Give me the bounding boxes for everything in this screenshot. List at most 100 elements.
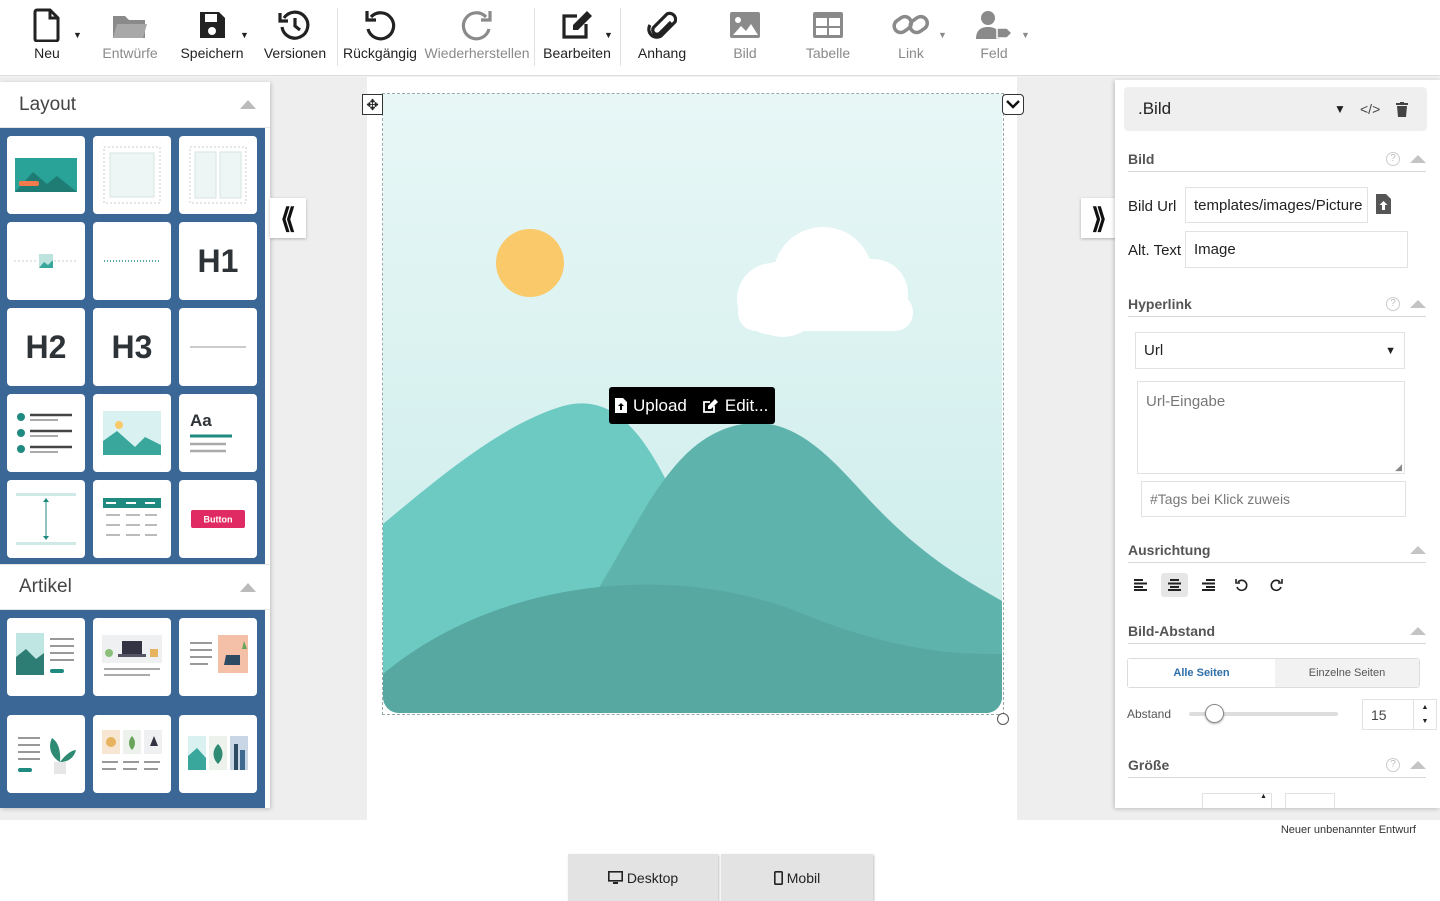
block-spacer[interactable] (7, 480, 85, 558)
block-checklist[interactable] (7, 394, 85, 472)
block-box-frame[interactable] (93, 136, 171, 214)
help-icon[interactable]: ? (1386, 296, 1400, 311)
click-tags-input[interactable]: #Tags bei Klick zuweis (1141, 481, 1406, 517)
help-icon[interactable]: ? (1386, 151, 1400, 166)
undo-button[interactable]: Rückgängig (343, 0, 417, 76)
spacing-stepper[interactable]: ▲ ▼ (1413, 699, 1437, 730)
stepper-up-icon[interactable]: ▲ (1260, 793, 1267, 800)
upload-label: Upload (633, 395, 687, 415)
collapse-triangle-icon[interactable] (1410, 299, 1426, 308)
block-table[interactable] (93, 480, 171, 558)
block-small-image[interactable] (7, 222, 85, 300)
spacing-section-header[interactable]: Bild-Abstand (1128, 618, 1426, 644)
user-field-icon (976, 11, 1013, 39)
rotate-left-button[interactable] (1228, 573, 1255, 597)
collapse-triangle-icon[interactable] (1410, 760, 1426, 769)
block-image-landscape[interactable] (93, 394, 171, 472)
versions-button[interactable]: Versionen (263, 0, 327, 76)
save-chevron-down-icon[interactable]: ▼ (240, 30, 249, 40)
stepper-down-icon[interactable]: ▼ (1422, 718, 1429, 725)
move-handle-icon[interactable]: ✥ (362, 94, 383, 115)
table-block-icon (103, 498, 161, 536)
help-icon[interactable]: ? (1386, 757, 1400, 772)
textarea-resize-icon[interactable]: ◢ (1395, 462, 1402, 473)
hyperlink-section-header[interactable]: Hyperlink ? (1128, 291, 1426, 317)
block-divider-dotted[interactable] (93, 222, 171, 300)
block-heading-h2[interactable]: H2 (7, 308, 85, 386)
collapse-left-panel-button[interactable]: ⟪ (270, 198, 306, 238)
mobile-icon (773, 870, 783, 885)
collapse-triangle-icon[interactable] (1410, 154, 1426, 163)
rotate-left-icon (1234, 579, 1247, 592)
desktop-view-button[interactable]: Desktop (568, 854, 718, 901)
redo-button[interactable]: Wiederherstellen (424, 0, 530, 76)
collapse-triangle-icon[interactable] (1410, 545, 1426, 554)
link-chevron-down-icon[interactable]: ▼ (938, 30, 947, 40)
text-style-icon: Aa (190, 411, 232, 453)
layout-section-header[interactable]: Layout (0, 82, 270, 128)
block-image-hero[interactable] (7, 136, 85, 214)
block-options-chevron-down-icon[interactable] (1002, 94, 1024, 115)
drafts-button[interactable]: Entwürfe (100, 0, 160, 76)
block-heading-h1[interactable]: H1 (179, 222, 257, 300)
field-button[interactable]: Feld (974, 0, 1014, 76)
article-template-1[interactable] (7, 618, 85, 696)
block-two-columns[interactable] (179, 136, 257, 214)
article-template-2[interactable] (93, 618, 171, 696)
align-center-button[interactable] (1161, 573, 1188, 597)
block-heading-h3[interactable]: H3 (93, 308, 171, 386)
image-button[interactable]: Bild (728, 0, 762, 76)
upload-file-icon[interactable] (1376, 194, 1391, 214)
image-edit-button[interactable]: Edit... (687, 396, 768, 416)
collapse-right-panel-button[interactable]: ⟫ (1081, 198, 1117, 238)
article-section-title: Artikel (19, 576, 72, 597)
save-button[interactable]: Speichern (180, 0, 244, 76)
tab-single-sides[interactable]: Einzelne Seiten (1275, 659, 1419, 687)
link-type-select[interactable]: Url ▼ (1135, 332, 1405, 369)
image-section-header[interactable]: Bild ? (1128, 146, 1426, 172)
trash-icon[interactable] (1396, 101, 1408, 117)
edit-icon (562, 11, 592, 39)
size-section-header[interactable]: Größe ? (1128, 752, 1426, 778)
stepper-up-icon[interactable]: ▲ (1422, 704, 1429, 711)
alt-text-input[interactable]: Image (1185, 231, 1408, 268)
article-template-4[interactable] (7, 715, 85, 793)
new-chevron-down-icon[interactable]: ▼ (73, 30, 82, 40)
url-input[interactable]: Url-Eingabe ◢ (1137, 381, 1405, 474)
alignment-section-header[interactable]: Ausrichtung (1128, 537, 1426, 563)
table-button[interactable]: Tabelle (804, 0, 852, 76)
align-left-button[interactable] (1127, 573, 1154, 597)
field-chevron-down-icon[interactable]: ▼ (1021, 30, 1030, 40)
article-template-3[interactable] (179, 618, 257, 696)
alt-text-label: Alt. Text (1128, 242, 1182, 259)
spacing-slider-thumb[interactable] (1205, 704, 1224, 723)
new-button[interactable]: Neu (30, 0, 64, 76)
drafts-label: Entwürfe (102, 45, 158, 61)
tab-all-sides[interactable]: Alle Seiten (1128, 659, 1275, 687)
edit-chevron-down-icon[interactable]: ▼ (604, 30, 613, 40)
link-button[interactable]: Link (891, 0, 931, 76)
code-icon[interactable]: </> (1360, 101, 1380, 117)
align-right-button[interactable] (1195, 573, 1222, 597)
resize-handle[interactable] (997, 713, 1009, 725)
image-url-input[interactable]: templates/images/Picture (1185, 187, 1368, 223)
edit-button[interactable]: Bearbeiten (542, 0, 612, 76)
element-type-selector[interactable]: .Bild ▼ </> (1124, 87, 1427, 131)
block-button[interactable]: Button (179, 480, 257, 558)
article-section-header[interactable]: Artikel (0, 564, 270, 610)
table-icon (813, 12, 843, 38)
collapse-triangle-icon[interactable] (240, 582, 256, 592)
mobile-view-button[interactable]: Mobil (721, 854, 873, 901)
upload-button[interactable]: Upload (609, 396, 687, 416)
rotate-right-button[interactable] (1262, 573, 1289, 597)
article-template-5[interactable] (93, 715, 171, 793)
block-horizontal-line[interactable] (179, 308, 257, 386)
attachment-button[interactable]: Anhang (636, 0, 688, 76)
collapse-triangle-icon[interactable] (240, 100, 256, 109)
height-input[interactable] (1285, 793, 1335, 808)
align-left-icon (1134, 579, 1147, 591)
article-template-6[interactable] (179, 715, 257, 793)
collapse-triangle-icon[interactable] (1410, 626, 1426, 635)
block-text-style[interactable]: Aa (179, 394, 257, 472)
element-type-chevron-down-icon[interactable]: ▼ (1334, 102, 1346, 116)
